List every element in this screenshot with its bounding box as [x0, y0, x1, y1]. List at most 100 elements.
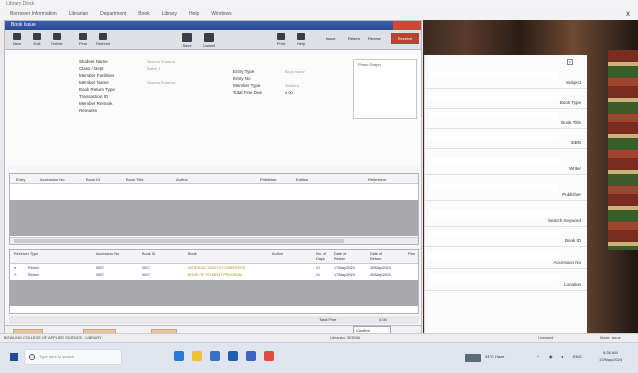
refresh-button[interactable]: Refresh — [95, 32, 111, 48]
receive-tab[interactable]: Receive — [391, 33, 419, 44]
close-icon[interactable]: x — [626, 9, 630, 18]
value-member-type[interactable]: Student — [285, 83, 299, 88]
col-edition[interactable]: Edition — [296, 177, 308, 182]
col-author-2[interactable]: Author — [272, 252, 283, 257]
print-button[interactable]: Print — [273, 32, 289, 48]
col-entry[interactable]: Entry — [16, 177, 25, 182]
book-grid[interactable]: Entry Accession No Book ID Book Title Au… — [9, 173, 419, 245]
menu-item-librarian[interactable]: Librarian — [69, 11, 88, 17]
location-input[interactable] — [429, 274, 559, 281]
weather-icon[interactable] — [465, 354, 481, 362]
label-student-name: Student Name — [79, 59, 108, 64]
app-icon[interactable] — [264, 351, 274, 361]
col-reference[interactable]: Reference — [368, 177, 386, 182]
col-book[interactable]: Book — [188, 252, 197, 257]
col-book-title[interactable]: Book Title — [126, 177, 144, 182]
col-date-of-return[interactable]: Date of Return — [334, 252, 356, 262]
save-icon — [182, 33, 192, 42]
search-keyword-input[interactable] — [429, 210, 559, 217]
store-icon[interactable] — [210, 351, 220, 361]
windows-start-icon[interactable] — [10, 353, 18, 361]
col-receiver-type[interactable]: Receiver Type — [14, 252, 38, 257]
col-book-id-2[interactable]: Book ID — [142, 252, 156, 257]
field-search-keyword[interactable]: Search Keyword — [425, 207, 587, 227]
table-row[interactable]: ● Return 0007 0017 INTRODUCTION TO COMPU… — [10, 265, 418, 272]
menu-item-windows[interactable]: Windows — [211, 11, 231, 17]
col-accession-no-2[interactable]: Accession No — [96, 252, 119, 257]
value-student-name[interactable]: Seema Sharma — [147, 59, 175, 64]
total-fine-value: 0.00 — [379, 317, 387, 322]
facebook-icon[interactable] — [246, 351, 256, 361]
subject-input[interactable] — [429, 72, 559, 79]
file-explorer-icon[interactable] — [192, 351, 202, 361]
help-icon — [297, 33, 305, 40]
field-book-type[interactable]: Book Type — [425, 89, 587, 109]
issue-button[interactable]: Issue — [323, 34, 339, 44]
scrollbar-thumb[interactable] — [14, 239, 344, 243]
return-button[interactable]: Return — [345, 34, 363, 44]
col-author[interactable]: Author — [176, 177, 188, 182]
field-book-title[interactable]: Book Title — [425, 109, 587, 129]
value-member-name[interactable]: Seema Sharma — [147, 80, 175, 85]
edge-icon[interactable] — [174, 351, 184, 361]
renew-button[interactable]: Renew — [365, 34, 383, 44]
field-subject[interactable]: Subject — [425, 69, 587, 89]
field-writer[interactable]: Writer — [425, 155, 587, 175]
writer-input[interactable] — [429, 158, 559, 165]
weather-text[interactable]: 34°C Haze — [485, 354, 504, 359]
taskbar-search-input[interactable]: Type here to search — [24, 349, 122, 365]
label-member-facilities: Member Facilities — [79, 73, 115, 78]
language-indicator[interactable]: ENG — [573, 354, 582, 359]
col-date-of-return-2[interactable]: Date of Return — [370, 252, 392, 262]
book-title-input[interactable] — [429, 112, 559, 119]
save-button[interactable]: Save — [179, 32, 195, 48]
book-grid-header: Entry Accession No Book ID Book Title Au… — [10, 174, 418, 184]
field-publisher[interactable]: Publisher — [425, 181, 587, 201]
delete-button[interactable]: Delete — [49, 32, 65, 48]
col-accession-no[interactable]: Accession No — [40, 177, 64, 182]
volume-icon[interactable]: ◂ — [561, 354, 563, 359]
issued-grid[interactable]: Receiver Type Accession No Book ID Book … — [9, 249, 419, 314]
help-label: Help — [296, 41, 306, 46]
field-location[interactable]: Location — [425, 271, 587, 291]
col-fine[interactable]: Fine — [408, 252, 415, 257]
help-button[interactable]: Help — [293, 32, 309, 48]
field-accession-no[interactable]: Accession No — [425, 249, 587, 269]
book-spines — [608, 50, 638, 250]
isbn-input[interactable] — [429, 132, 559, 139]
network-icon[interactable]: ◉ — [549, 354, 553, 359]
new-icon — [13, 33, 21, 40]
field-isbn[interactable]: ISBN — [425, 129, 587, 149]
clock-time[interactable]: 9:28 AM — [603, 350, 618, 355]
book-grid-scrollbar[interactable] — [10, 237, 418, 244]
chevron-up-icon[interactable]: ^ — [537, 354, 539, 359]
row-edit-icon[interactable]: ✎ — [14, 273, 17, 277]
field-label: Book Title — [561, 120, 581, 125]
value-class-dept[interactable]: Batch 1 — [147, 66, 161, 71]
new-button[interactable]: New — [9, 32, 25, 48]
find-button[interactable]: Find — [75, 32, 91, 48]
accession-no-input[interactable] — [429, 252, 559, 259]
book-type-input[interactable] — [429, 92, 559, 99]
close-icon[interactable]: × — [567, 59, 573, 65]
col-publisher[interactable]: Publisher — [260, 177, 277, 182]
table-row[interactable]: ✎ Return 0007 0017 BOOK OF STUDENT PROGR… — [10, 272, 418, 279]
system-tray: 34°C Haze ^ ◉ ◂ ENG 9:28 AM 17/May/2024 — [465, 349, 635, 365]
menu-item-department[interactable]: Department — [100, 11, 126, 17]
menu-item-help[interactable]: Help — [189, 11, 199, 17]
menu-item-library[interactable]: Library — [162, 11, 177, 17]
book-id-input[interactable] — [429, 230, 559, 237]
col-no-of-days[interactable]: No. of Days — [316, 252, 328, 262]
mail-icon[interactable] — [228, 351, 238, 361]
edit-button[interactable]: Edit — [29, 32, 45, 48]
row-check-icon[interactable]: ● — [14, 266, 16, 270]
field-book-id[interactable]: Book ID — [425, 227, 587, 247]
publisher-input[interactable] — [429, 184, 559, 191]
menu-item-borrower[interactable]: Borrower Information — [10, 11, 57, 17]
value-entry-type[interactable]: Book Issue — [285, 69, 305, 74]
status-user: Librarian: SEEMA — [330, 336, 361, 340]
menu-item-book[interactable]: Book — [138, 11, 149, 17]
clock-date[interactable]: 17/May/2024 — [599, 357, 622, 362]
col-book-id[interactable]: Book ID — [86, 177, 100, 182]
cancel-button[interactable]: Cancel — [201, 32, 217, 48]
